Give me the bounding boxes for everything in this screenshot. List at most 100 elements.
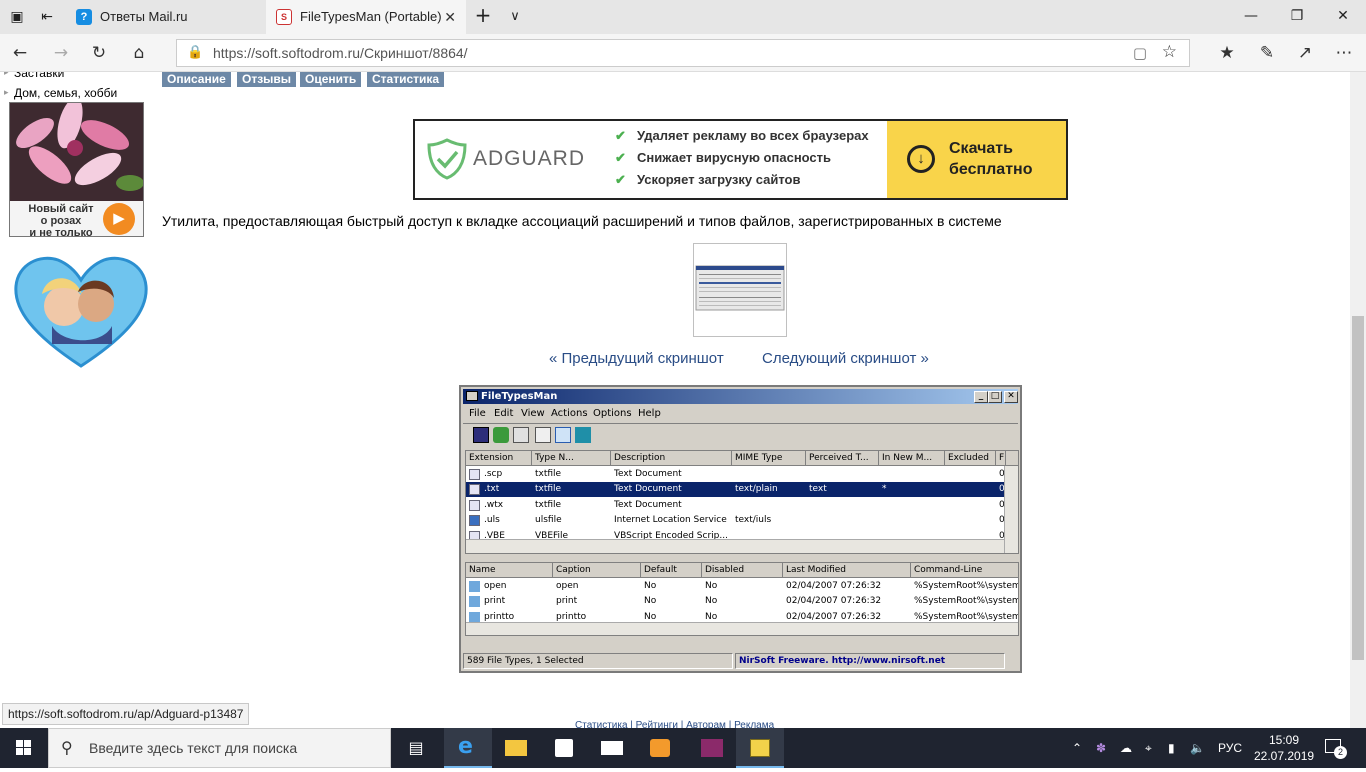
pen-icon[interactable]: ✎ bbox=[1256, 42, 1278, 64]
mail-icon[interactable] bbox=[588, 728, 636, 768]
table-row[interactable]: .scp txtfile Text Document 0 bbox=[466, 467, 1005, 482]
cloud-icon[interactable]: ☁ bbox=[1120, 728, 1132, 768]
actions-table[interactable]: Name Caption Default Disabled Last Modif… bbox=[465, 562, 1019, 636]
file-explorer-icon[interactable] bbox=[492, 728, 540, 768]
footer-links[interactable]: Статистика | Рейтинги | Авторам | Реклам… bbox=[575, 720, 774, 728]
store-icon[interactable] bbox=[540, 728, 588, 768]
show-hidden-icons-icon[interactable]: ⌃ bbox=[1072, 728, 1082, 768]
edge-browser-icon[interactable]: e bbox=[444, 728, 492, 768]
column-header[interactable]: Caption bbox=[553, 563, 641, 578]
menu-options[interactable]: Options bbox=[593, 408, 632, 419]
minimize-button[interactable]: — bbox=[1228, 0, 1274, 34]
flower-ad-banner[interactable]: Новый сайт о розах и не только ▶ bbox=[9, 102, 144, 237]
table-row[interactable]: open open No No 02/04/2007 07:26:32 %SystemRo… bbox=[466, 579, 1018, 594]
column-header[interactable]: F bbox=[996, 451, 1006, 466]
horizontal-scrollbar[interactable] bbox=[466, 539, 1004, 553]
heart-game-ad[interactable] bbox=[12, 254, 150, 377]
favorite-star-icon[interactable]: ☆ bbox=[1162, 42, 1177, 62]
menu-view[interactable]: View bbox=[521, 408, 545, 419]
exit-icon[interactable] bbox=[575, 427, 591, 443]
adguard-ad-banner[interactable]: ADGUARD ✔ Удаляет рекламу во всех браузе… bbox=[413, 119, 1068, 200]
address-field[interactable]: 🔒 https://soft.softodrom.ru/Скриншот/886… bbox=[176, 39, 1190, 67]
language-indicator[interactable]: РУС bbox=[1218, 728, 1242, 768]
column-header[interactable]: Disabled bbox=[702, 563, 783, 578]
menu-edit[interactable]: Edit bbox=[494, 408, 513, 419]
close-tab-icon[interactable]: ✕ bbox=[444, 0, 456, 34]
status-credit[interactable]: NirSoft Freeware. http://www.nirsoft.net bbox=[735, 653, 1005, 669]
search-icon[interactable] bbox=[555, 427, 571, 443]
category-link[interactable]: Дом, семья, хобби bbox=[4, 86, 117, 100]
play-icon[interactable]: ▶ bbox=[103, 203, 135, 235]
reading-view-icon[interactable]: ▢ bbox=[1133, 44, 1147, 62]
vertical-scrollbar[interactable] bbox=[1004, 466, 1018, 553]
screenshot-thumbnail[interactable] bbox=[693, 243, 787, 337]
tab-description[interactable]: Описание bbox=[162, 72, 231, 87]
previous-screenshot-link[interactable]: « Предыдущий скриншот bbox=[549, 350, 724, 367]
feather-icon[interactable]: ✽ bbox=[1096, 728, 1106, 768]
app-close-button[interactable]: ✕ bbox=[1004, 391, 1018, 403]
menu-file[interactable]: File bbox=[469, 408, 486, 419]
favorites-hub-icon[interactable]: ★ bbox=[1216, 42, 1238, 64]
volume-icon[interactable]: 🔈 bbox=[1190, 728, 1205, 768]
column-header[interactable]: Command-Line bbox=[911, 563, 1018, 578]
tab-list-button[interactable]: ∨ bbox=[506, 8, 524, 26]
horizontal-scrollbar[interactable] bbox=[466, 622, 1018, 635]
tab-mail-answers[interactable]: ? Ответы Mail.ru bbox=[66, 0, 266, 34]
close-window-button[interactable]: ✕ bbox=[1320, 0, 1366, 34]
winrar-icon[interactable] bbox=[688, 728, 736, 768]
refresh-icon[interactable] bbox=[493, 427, 509, 443]
taskbar-search-box[interactable]: ⚲ Введите здесь текст для поиска bbox=[48, 728, 391, 768]
column-header[interactable]: Type N... bbox=[532, 451, 611, 466]
set-tabs-aside-icon[interactable]: ⇤ bbox=[38, 8, 56, 26]
new-tab-button[interactable]: + bbox=[474, 5, 492, 25]
table-row[interactable]: .wtx txtfile Text Document 0 bbox=[466, 498, 1005, 513]
column-header[interactable]: Description bbox=[611, 451, 732, 466]
category-link[interactable]: Заставки bbox=[4, 72, 64, 80]
home-button[interactable]: ⌂ bbox=[128, 42, 150, 64]
forward-button[interactable]: → bbox=[50, 42, 72, 64]
page-scroll-thumb[interactable] bbox=[1352, 316, 1364, 660]
file-types-table[interactable]: Extension Type N... Description MIME Typ… bbox=[465, 450, 1019, 554]
filetypesman-taskbar-icon[interactable] bbox=[736, 728, 784, 768]
column-header[interactable]: Excluded bbox=[945, 451, 996, 466]
app-maximize-button[interactable]: □ bbox=[988, 391, 1002, 403]
start-button[interactable] bbox=[0, 728, 48, 768]
refresh-button[interactable]: ↻ bbox=[88, 42, 110, 64]
table-cell: Text Document bbox=[614, 469, 682, 479]
media-player-icon[interactable] bbox=[636, 728, 684, 768]
table-cell: No bbox=[644, 596, 657, 607]
tab-rate[interactable]: Оценить bbox=[300, 72, 362, 87]
task-view-icon[interactable]: ▤ bbox=[392, 728, 440, 768]
more-icon[interactable]: ⋯ bbox=[1333, 42, 1355, 64]
network-icon[interactable]: ⌖ bbox=[1145, 728, 1152, 768]
table-row[interactable]: .txt txtfile Text Document text/plain text * 0 bbox=[466, 482, 1005, 498]
column-header[interactable]: Default bbox=[641, 563, 702, 578]
column-header[interactable]: MIME Type bbox=[732, 451, 806, 466]
save-icon[interactable] bbox=[473, 427, 489, 443]
column-header[interactable]: Extension bbox=[466, 451, 532, 466]
download-free-button[interactable]: ↓ Скачать бесплатно bbox=[887, 121, 1066, 198]
page-scrollbar[interactable] bbox=[1350, 72, 1366, 728]
tab-reviews[interactable]: Отзывы bbox=[237, 72, 297, 87]
column-header[interactable]: In New M... bbox=[879, 451, 945, 466]
tab-filetypesman[interactable]: S FileTypesMan (Portable) ✕ bbox=[266, 0, 466, 34]
table-row[interactable]: .uls ulsfile Internet Location Service text… bbox=[466, 513, 1005, 528]
properties-icon[interactable] bbox=[535, 427, 551, 443]
app-minimize-button[interactable]: _ bbox=[974, 391, 988, 403]
column-header[interactable]: Last Modified bbox=[783, 563, 911, 578]
back-button[interactable]: ← bbox=[9, 42, 31, 64]
table-row[interactable]: print print No No 02/04/2007 07:26:32 %System… bbox=[466, 594, 1018, 609]
clock[interactable]: 15:09 22.07.2019 bbox=[1254, 728, 1314, 768]
maximize-button[interactable]: ❐ bbox=[1274, 0, 1320, 34]
menu-help[interactable]: Help bbox=[638, 408, 661, 419]
battery-icon[interactable]: ▮ bbox=[1168, 728, 1175, 768]
column-header[interactable]: Perceived T... bbox=[806, 451, 879, 466]
share-icon[interactable]: ↗ bbox=[1294, 42, 1316, 64]
menu-actions[interactable]: Actions bbox=[551, 408, 588, 419]
tab-statistics[interactable]: Статистика bbox=[367, 72, 445, 87]
column-header[interactable]: Name bbox=[466, 563, 553, 578]
next-screenshot-link[interactable]: Следующий скриншот » bbox=[762, 350, 929, 367]
copy-icon[interactable] bbox=[513, 427, 529, 443]
tab-actions-icon[interactable]: ▣ bbox=[8, 8, 26, 26]
action-center-icon[interactable]: 2 bbox=[1322, 728, 1348, 768]
